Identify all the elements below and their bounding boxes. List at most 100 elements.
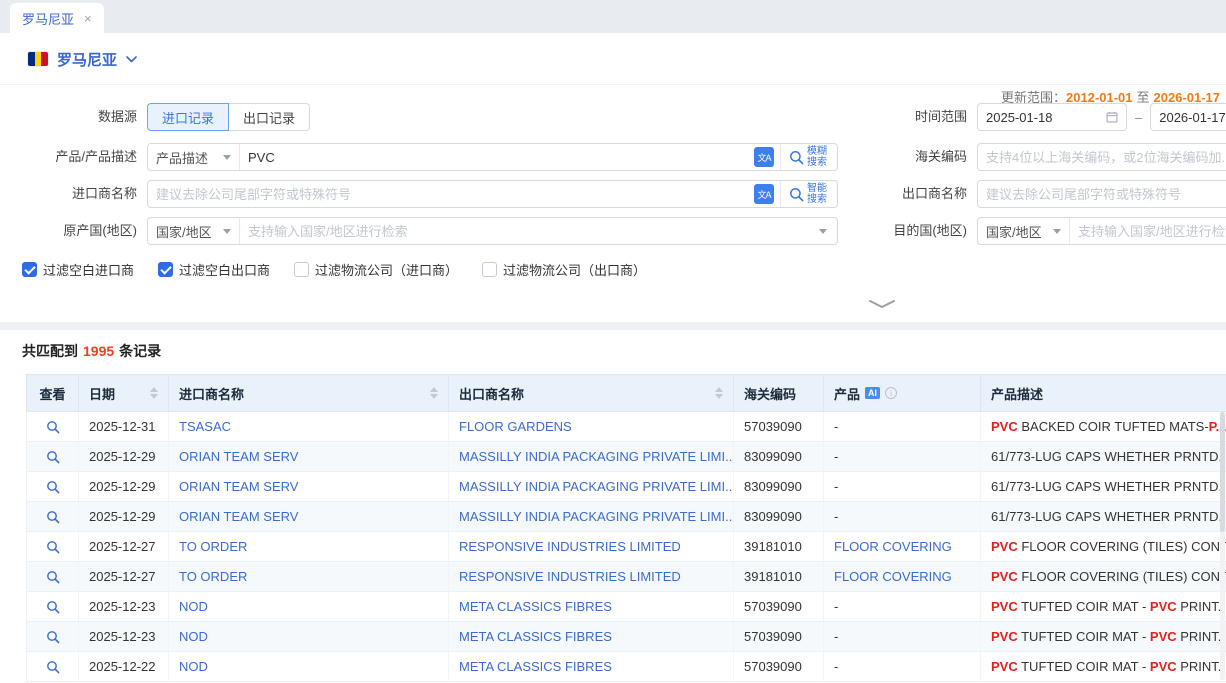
import-records-button[interactable]: 进口记录 [147,103,229,131]
view-record-button[interactable] [46,420,60,434]
view-record-button[interactable] [46,600,60,614]
date-range-separator: – [1135,110,1142,125]
chevron-down-icon [1053,229,1061,234]
data-source-toggle: 进口记录 出口记录 [147,103,310,131]
importer-name-input[interactable] [148,181,754,207]
destination-region-select[interactable]: 国家/地区 [978,218,1070,244]
importer-cell: TO ORDER [169,532,449,562]
end-date-input[interactable]: 2026-01-17 [1150,103,1226,131]
importer-link[interactable]: NOD [179,599,208,614]
view-record-button[interactable] [46,480,60,494]
highlighted-term: PVC [991,419,1018,434]
importer-link[interactable]: ORIAN TEAM SERV [179,449,298,464]
exporter-link[interactable]: META CLASSICS FIBRES [459,629,612,644]
column-header-4[interactable]: 出口商名称 [449,375,734,412]
view-record-button[interactable] [46,660,60,674]
sort-icon[interactable] [150,387,158,399]
view-record-button[interactable] [46,450,60,464]
sort-icon[interactable] [715,387,723,399]
tab-romania[interactable]: 罗马尼亚 × [10,3,104,33]
product-desc-cell: PVC TUFTED COIR MAT - PVC PRINT... [981,652,1226,682]
product-type-select[interactable]: 产品描述 [148,144,240,170]
filter-blank-importer-checkbox[interactable]: 过滤空白进口商 [22,260,134,279]
product-cell: - [824,472,981,502]
translate-icon[interactable]: 文A [754,147,774,167]
origin-field-group: 国家/地区 [147,217,838,245]
exporter-cell: RESPONSIVE INDUSTRIES LIMITED [449,562,734,592]
view-cell [27,412,79,442]
column-label: 产品描述 [991,384,1043,403]
column-header-2[interactable]: 日期 [79,375,169,412]
importer-link[interactable]: ORIAN TEAM SERV [179,509,298,524]
product-link[interactable]: FLOOR COVERING [834,539,952,554]
product-cell: - [824,592,981,622]
info-icon[interactable]: i [885,387,897,399]
time-range-label: 时间范围 [817,103,967,131]
collapse-filters-button[interactable] [856,296,908,312]
exporter-name-input[interactable] [978,181,1226,207]
highlighted-term: PVC [1150,659,1177,674]
checkbox-icon [158,262,173,277]
panel-gap [0,322,1226,330]
country-title: 罗马尼亚 [57,49,117,70]
date-cell: 2025-12-29 [79,442,169,472]
exporter-link[interactable]: META CLASSICS FIBRES [459,659,612,674]
chevron-down-icon[interactable] [126,56,137,63]
origin-region-select[interactable]: 国家/地区 [148,218,240,244]
filter-logistics-exporter-checkbox[interactable]: 过滤物流公司（出口商） [482,260,646,279]
sort-icon[interactable] [430,387,438,399]
product-cell: - [824,442,981,472]
table-row: 2025-12-27TO ORDERRESPONSIVE INDUSTRIES … [27,532,1226,562]
vertical-scrollbar[interactable] [1220,412,1225,680]
translate-icon[interactable]: 文A [754,184,774,204]
desc-text: 61/773-LUG CAPS WHETHER PRNTD... [991,509,1226,524]
exporter-link[interactable]: MASSILLY INDIA PACKAGING PRIVATE LIMI... [459,479,734,494]
hs-code-cell: 57039090 [734,412,824,442]
hs-code-input[interactable] [978,144,1226,170]
chevron-down-icon [223,229,231,234]
origin-country-input[interactable] [240,218,819,244]
destination-country-input[interactable] [1070,218,1226,244]
results-panel: 共匹配到1995条记录 查看日期进口商名称出口商名称海关编码产品AIi产品描述2… [0,330,1226,683]
product-search-input[interactable] [240,144,754,170]
importer-link[interactable]: TO ORDER [179,539,247,554]
checkbox-icon [482,262,497,277]
export-records-button[interactable]: 出口记录 [229,103,310,131]
filter-logistics-importer-checkbox[interactable]: 过滤物流公司（进口商） [294,260,458,279]
search-icon [789,187,804,202]
exporter-link[interactable]: MASSILLY INDIA PACKAGING PRIVATE LIMI... [459,509,734,524]
exporter-link[interactable]: RESPONSIVE INDUSTRIES LIMITED [459,539,681,554]
importer-link[interactable]: TO ORDER [179,569,247,584]
column-label: 出口商名称 [459,384,524,403]
exporter-link[interactable]: MASSILLY INDIA PACKAGING PRIVATE LIMI... [459,449,734,464]
view-record-button[interactable] [46,630,60,644]
start-date-input[interactable]: 2025-01-18 [977,103,1127,131]
scrollbar-thumb[interactable] [1220,412,1225,532]
hs-code-cell: 57039090 [734,592,824,622]
tab-close-icon[interactable]: × [84,12,92,25]
view-record-button[interactable] [46,540,60,554]
filter-blank-exporter-checkbox[interactable]: 过滤空白出口商 [158,260,270,279]
desc-text: TUFTED COIR MAT - [1018,659,1150,674]
results-table-wrap: 查看日期进口商名称出口商名称海关编码产品AIi产品描述2025-12-31TSA… [26,374,1226,683]
hs-code-cell: 83099090 [734,502,824,532]
date-cell: 2025-12-22 [79,652,169,682]
importer-link[interactable]: ORIAN TEAM SERV [179,479,298,494]
exporter-link[interactable]: FLOOR GARDENS [459,419,572,434]
view-record-button[interactable] [46,510,60,524]
product-desc-cell: PVC FLOOR COVERING (TILES) CONT... [981,562,1226,592]
exporter-link[interactable]: RESPONSIVE INDUSTRIES LIMITED [459,569,681,584]
column-header-3[interactable]: 进口商名称 [169,375,449,412]
importer-link[interactable]: TSASAC [179,419,231,434]
view-record-button[interactable] [46,570,60,584]
importer-link[interactable]: NOD [179,659,208,674]
ai-badge: AI [865,387,880,400]
exporter-cell: META CLASSICS FIBRES [449,622,734,652]
desc-text: PRINT... [1177,659,1226,674]
exporter-link[interactable]: META CLASSICS FIBRES [459,599,612,614]
product-link[interactable]: FLOOR COVERING [834,569,952,584]
importer-link[interactable]: NOD [179,629,208,644]
time-range-field: 2025-01-18 – 2026-01-17 [977,103,1226,131]
calendar-icon [1106,111,1118,123]
view-cell [27,442,79,472]
